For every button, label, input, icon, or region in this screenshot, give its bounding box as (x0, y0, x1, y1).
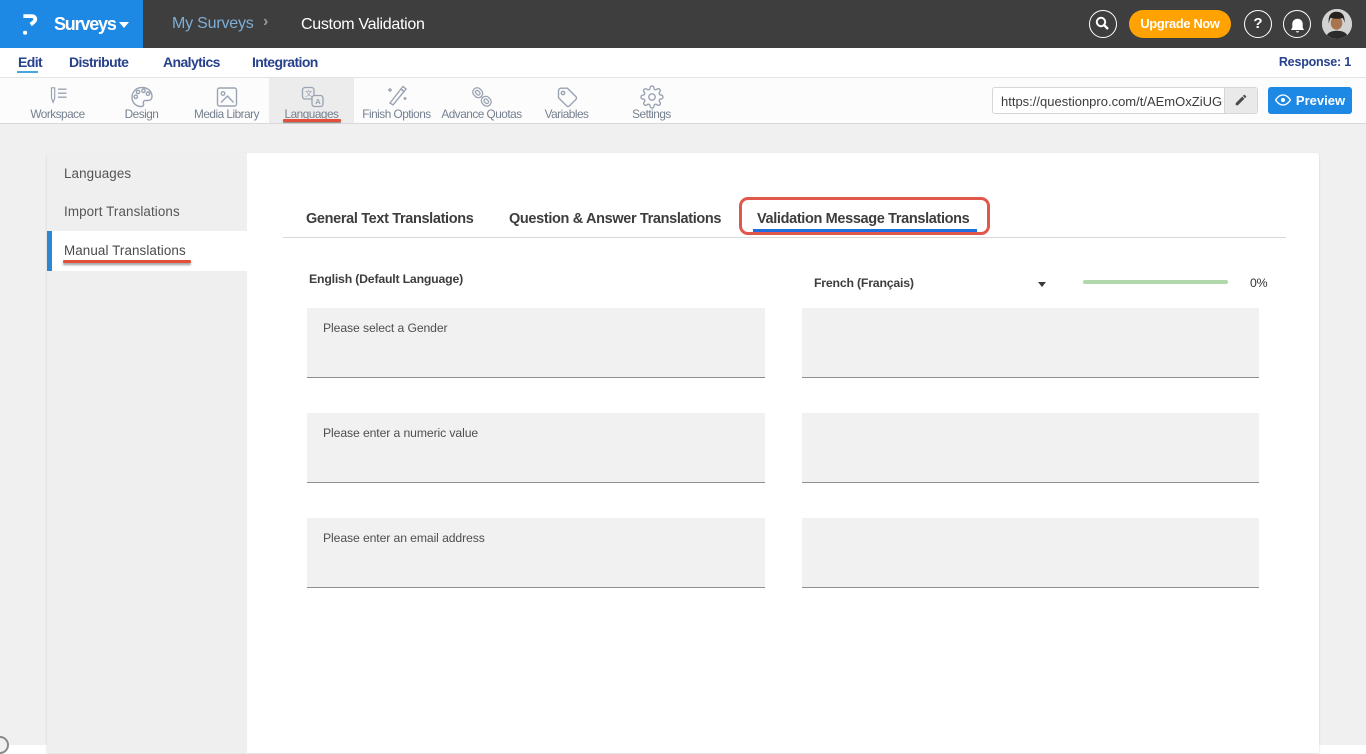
svg-text:A: A (315, 97, 321, 106)
